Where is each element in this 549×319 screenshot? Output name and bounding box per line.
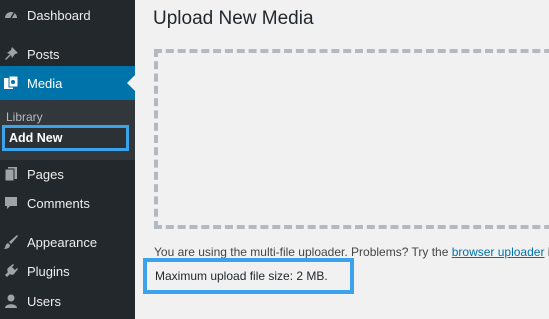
plugin-icon: [3, 263, 19, 279]
uploader-note-suffix: in: [544, 245, 549, 259]
main-content: Upload New Media You are using the multi…: [135, 0, 549, 319]
max-upload-size-notice: Maximum upload file size: 2 MB.: [143, 258, 354, 294]
sidebar-item-label: Users: [27, 293, 61, 309]
media-submenu: Library Add New: [0, 100, 135, 160]
user-icon: [3, 293, 19, 309]
page-title: Upload New Media: [153, 8, 314, 29]
sidebar-item-label: Media: [27, 75, 63, 91]
comment-icon: [3, 195, 19, 211]
media-icon: [3, 75, 19, 91]
sidebar-item-users[interactable]: Users: [0, 284, 135, 318]
submenu-item-add-new[interactable]: Add New: [2, 125, 129, 151]
sidebar-item-label: Pages: [27, 166, 64, 182]
sidebar-item-label: Posts: [27, 46, 60, 62]
active-menu-arrow: [127, 75, 135, 91]
submenu-item-label: Add New: [9, 131, 63, 145]
paintbrush-icon: [3, 234, 19, 250]
sidebar-item-media[interactable]: Media: [0, 66, 135, 100]
sidebar-item-label: Plugins: [27, 263, 70, 279]
max-upload-size-text: Maximum upload file size: 2 MB.: [155, 269, 328, 283]
pages-icon: [3, 166, 19, 182]
uploader-note-text: You are using the multi-file uploader. P…: [154, 245, 452, 259]
admin-sidebar: Dashboard Posts Media Library Add New Pa…: [0, 0, 135, 319]
sidebar-item-plugins[interactable]: Plugins: [0, 254, 135, 288]
submenu-item-library[interactable]: Library: [6, 110, 43, 124]
wp-admin-window: Dashboard Posts Media Library Add New Pa…: [0, 0, 549, 319]
sidebar-item-label: Dashboard: [27, 7, 91, 23]
sidebar-item-label: Appearance: [27, 234, 98, 250]
sidebar-item-dashboard[interactable]: Dashboard: [0, 0, 135, 32]
dashboard-icon: [3, 7, 19, 23]
pin-icon: [3, 46, 19, 62]
sidebar-item-label: Comments: [27, 195, 90, 211]
browser-uploader-link[interactable]: browser uploader: [452, 245, 545, 259]
uploader-note: You are using the multi-file uploader. P…: [154, 245, 549, 259]
sidebar-item-comments[interactable]: Comments: [0, 186, 135, 220]
file-drop-zone[interactable]: [154, 49, 549, 229]
